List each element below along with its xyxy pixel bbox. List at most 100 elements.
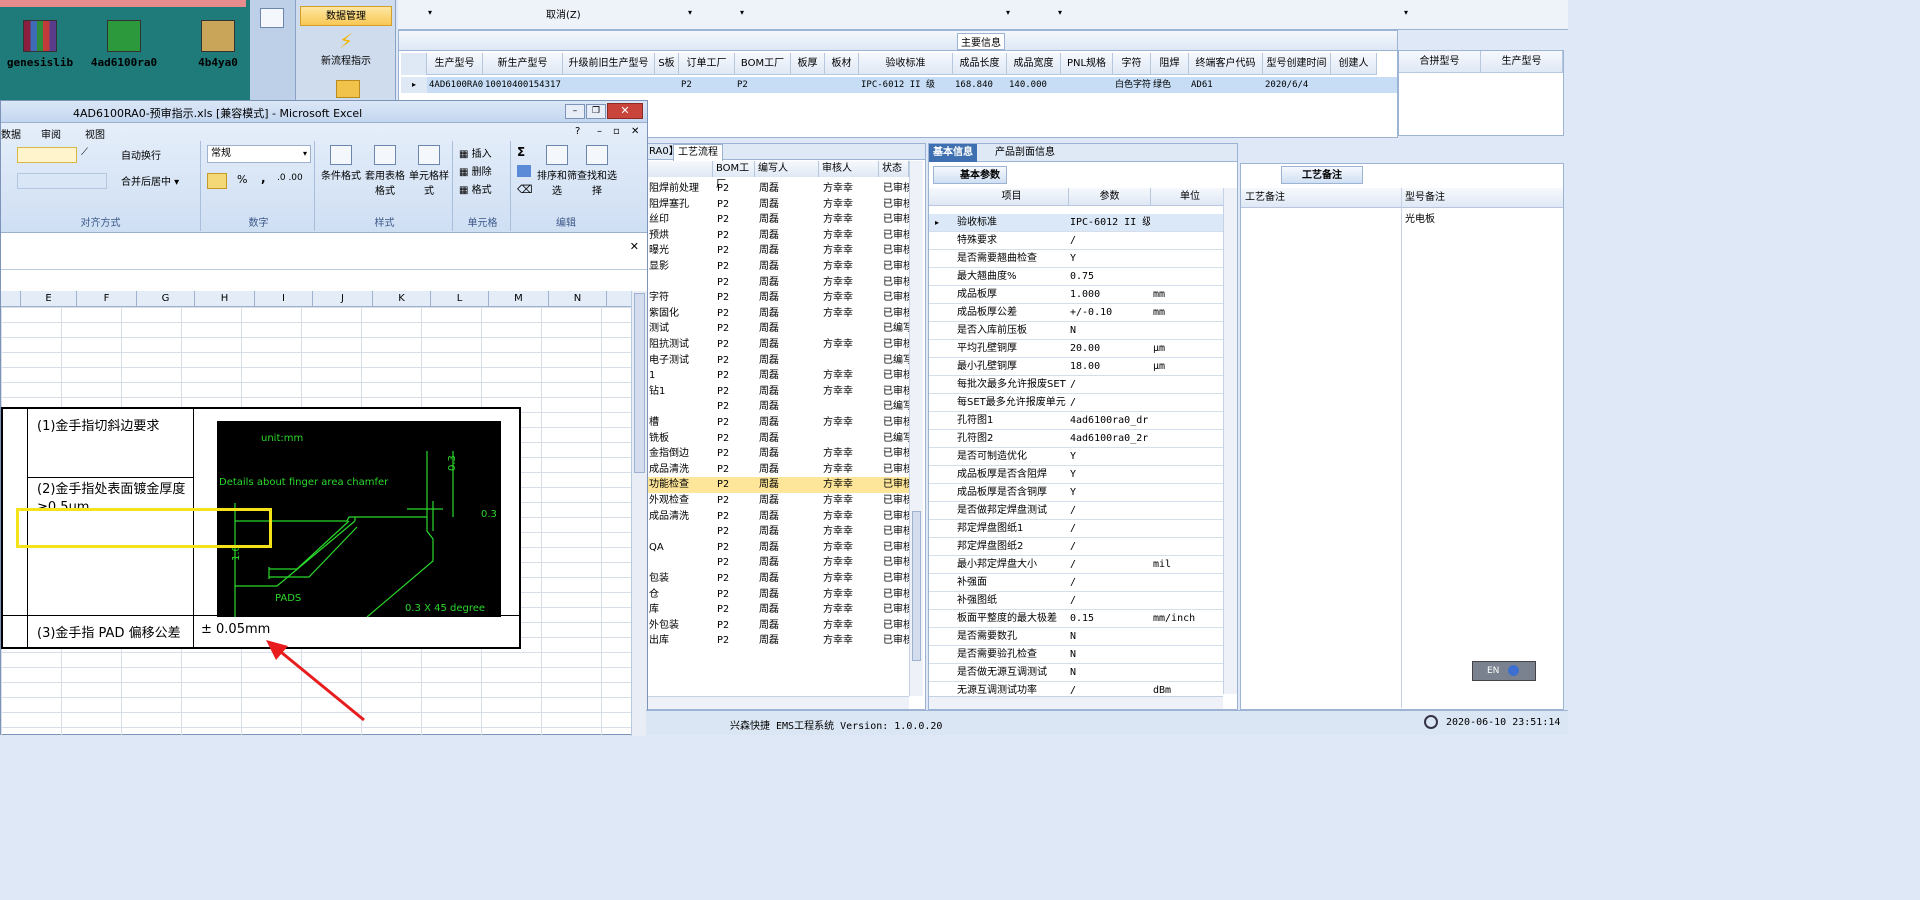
process-row[interactable]: 预烘 P2 周磊 方幸幸 已审核 — [647, 228, 911, 244]
minimize-icon[interactable]: – — [565, 104, 585, 119]
column-header[interactable]: 成品长度 — [953, 53, 1007, 75]
model-remark-text[interactable]: 光电板 — [1405, 210, 1435, 225]
info-row[interactable]: 邦定焊盘图纸2 / — [929, 538, 1229, 556]
merge-center-button[interactable]: 合并后居中 ▾ — [121, 173, 179, 188]
format-button[interactable]: ▦ 格式 — [459, 181, 492, 196]
process-row[interactable]: 外包装 P2 周磊 方幸幸 已审核 — [647, 618, 911, 634]
pad-offset-value[interactable]: ± 0.05mm — [201, 622, 270, 637]
column-header[interactable]: 型号创建时间 — [1263, 53, 1331, 75]
language-bar[interactable]: EN — [1472, 661, 1536, 681]
process-row[interactable]: 包装 P2 周磊 方幸幸 已审核 — [647, 571, 911, 587]
process-row[interactable]: 外观检查 P2 周磊 方幸幸 已审核 — [647, 493, 911, 509]
calculator-icon[interactable] — [260, 8, 284, 28]
column-header[interactable]: 单位 — [1151, 188, 1229, 206]
find-select-button[interactable]: 查找和选择 — [577, 145, 617, 197]
conditional-format-button[interactable]: 条件格式 — [319, 145, 363, 182]
info-row[interactable]: 是否需要翘曲检查 Y — [929, 250, 1229, 268]
process-row[interactable]: P2 周磊 方幸幸 已审核 — [647, 524, 911, 540]
chevron-down-icon[interactable]: ▾ — [740, 8, 744, 17]
column-header[interactable]: J — [313, 291, 373, 307]
align-left-center-right-icons[interactable] — [17, 173, 107, 189]
info-row[interactable]: 平均孔壁铜厚 20.00 μm — [929, 340, 1229, 358]
info-row[interactable]: 孔符图2 4ad6100ra0_2r... — [929, 430, 1229, 448]
chevron-down-icon[interactable]: ▾ — [688, 8, 692, 17]
info-row[interactable]: 每SET最多允许报废单元 / — [929, 394, 1229, 412]
tab-view[interactable]: 视图 — [85, 126, 105, 141]
table-cell[interactable]: IPC-6012 II 级 — [859, 77, 953, 93]
info-row[interactable]: 特殊要求 / — [929, 232, 1229, 250]
column-header[interactable]: 成品宽度 — [1007, 53, 1061, 75]
table-cell[interactable]: 140.000 — [1007, 77, 1061, 93]
table-cell[interactable] — [1061, 77, 1113, 93]
info-row[interactable]: 是否入库前压板 N — [929, 322, 1229, 340]
formula-bar[interactable]: ✕ — [1, 234, 647, 270]
table-cell[interactable]: 绿色 — [1151, 77, 1189, 93]
cell-style-button[interactable]: 单元格样式 — [407, 145, 451, 197]
column-header[interactable]: 板材 — [825, 53, 859, 75]
info-row[interactable]: 孔符图1 4ad6100ra0_dr... — [929, 412, 1229, 430]
column-header[interactable]: 编写人 — [755, 161, 819, 177]
align-top-middle-bottom-icons[interactable] — [17, 147, 77, 163]
column-header[interactable]: E — [21, 291, 77, 307]
process-row[interactable]: 仓 P2 周磊 方幸幸 已审核 — [647, 587, 911, 603]
table-cell[interactable] — [791, 77, 825, 93]
comma-button[interactable]: , — [261, 171, 266, 185]
scroll-thumb[interactable] — [912, 511, 921, 661]
minimize-icon[interactable]: – — [597, 126, 602, 137]
process-row[interactable]: 钻1 P2 周磊 方幸幸 已审核 — [647, 384, 911, 400]
process-row[interactable]: 紫固化 P2 周磊 方幸幸 已审核 — [647, 306, 911, 322]
info-row[interactable]: 是否做无源互调测试 N — [929, 664, 1229, 682]
info-row[interactable]: 成品板厚是否含铜厚 Y — [929, 484, 1229, 502]
column-header[interactable]: BOM工厂 — [735, 53, 791, 75]
column-header[interactable]: 合拼型号 — [1399, 51, 1481, 73]
process-vertical-scrollbar[interactable] — [909, 161, 923, 696]
table-cell[interactable]: 2020/6/4 — [1263, 77, 1331, 93]
column-header[interactable]: 阻焊 — [1151, 53, 1189, 75]
process-row[interactable]: QA P2 周磊 方幸幸 已审核 — [647, 540, 911, 556]
info-row[interactable]: 成品板厚 1.000 mm — [929, 286, 1229, 304]
column-header[interactable]: N — [549, 291, 607, 307]
column-header[interactable]: 字符 — [1113, 53, 1151, 75]
requirement-pad-offset[interactable]: (3)金手指 PAD 偏移公差 — [37, 622, 193, 641]
requirement-chamfer[interactable]: (1)金手指切斜边要求 — [37, 415, 191, 434]
column-header[interactable]: H — [195, 291, 255, 307]
process-row[interactable]: 阻焊塞孔 P2 周磊 方幸幸 已审核 — [647, 197, 911, 213]
desktop-icon-4b4ya0[interactable]: 4b4ya0 — [178, 20, 258, 69]
table-cell[interactable] — [655, 77, 679, 93]
process-row[interactable]: 成品清洗 P2 周磊 方幸幸 已审核 — [647, 509, 911, 525]
process-horizontal-scrollbar[interactable] — [647, 696, 909, 709]
tab-product-profile[interactable]: 产品剖面信息 — [991, 144, 1059, 162]
chevron-down-icon[interactable]: ▾ — [1006, 8, 1010, 17]
chevron-down-icon[interactable]: ▾ — [428, 8, 432, 17]
process-row[interactable]: 库 P2 周磊 方幸幸 已审核 — [647, 602, 911, 618]
table-cell[interactable]: P2 — [735, 77, 791, 93]
fill-icon[interactable] — [517, 165, 531, 177]
orientation-icon[interactable]: ⟋ — [81, 147, 103, 163]
tab-data[interactable]: 数据 — [1, 126, 21, 141]
tab-process-remarks[interactable]: 工艺备注 — [1281, 166, 1363, 184]
column-header[interactable]: L — [431, 291, 489, 307]
chevron-down-icon[interactable]: ▾ — [1404, 8, 1408, 17]
process-row[interactable]: 阻抗测试 P2 周磊 方幸幸 已审核 — [647, 337, 911, 353]
table-format-button[interactable]: 套用表格格式 — [363, 145, 407, 197]
column-header[interactable]: 生产型号 — [1481, 51, 1563, 73]
scroll-thumb[interactable] — [634, 293, 645, 473]
table-cell[interactable]: P2 — [679, 77, 735, 93]
column-header[interactable]: G — [137, 291, 195, 307]
info-row[interactable]: 验收标准 IPC-6012 II 级 ▸ — [929, 214, 1229, 232]
decimal-icons[interactable]: .0 .00 — [277, 173, 303, 183]
info-row[interactable]: 补强面 / — [929, 574, 1229, 592]
column-header[interactable]: 终端客户代码 — [1189, 53, 1263, 75]
excel-vertical-scrollbar[interactable] — [631, 291, 647, 736]
desktop-icon-genesislib[interactable]: genesislib — [0, 20, 80, 69]
info-row[interactable]: 是否做邦定焊盘测试 / — [929, 502, 1229, 520]
info-row[interactable]: 最小孔壁铜厚 18.00 μm — [929, 358, 1229, 376]
column-header[interactable]: 状态 — [879, 161, 909, 177]
clear-icon[interactable]: ⌫ — [517, 183, 533, 196]
autosum-button[interactable]: Σ — [517, 145, 525, 159]
process-row[interactable]: P2 周磊 已编写 — [647, 399, 911, 415]
column-header[interactable]: 新生产型号 — [483, 53, 563, 75]
desktop-icon-4ad6100ra0[interactable]: 4ad6100ra0 — [84, 20, 164, 69]
process-row[interactable]: 丝印 P2 周磊 方幸幸 已审核 — [647, 212, 911, 228]
column-header[interactable]: F — [77, 291, 137, 307]
